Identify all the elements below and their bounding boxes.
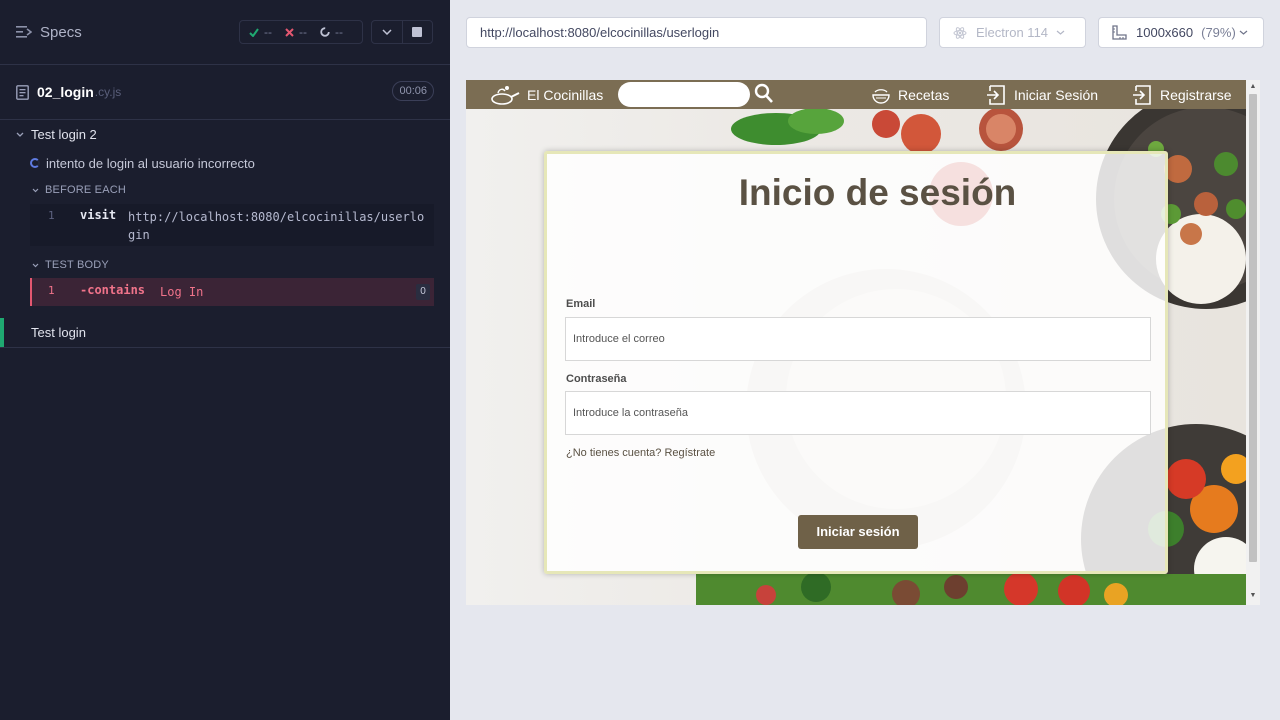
spec-file-ext: .cy.js bbox=[94, 85, 122, 99]
run-controls bbox=[371, 20, 433, 44]
register-icon bbox=[1133, 84, 1151, 105]
login-icon bbox=[987, 84, 1005, 105]
email-label: Email bbox=[566, 298, 596, 310]
chevron-down-icon bbox=[1056, 30, 1065, 35]
spec-file-name: 02_login bbox=[37, 84, 94, 100]
spec-file-row[interactable]: 02_login .cy.js 00:06 bbox=[16, 78, 434, 106]
nav-link-label: Iniciar Sesión bbox=[1014, 86, 1099, 103]
command-argument: http://localhost:8080/elcocinillas/userl… bbox=[128, 210, 425, 242]
document-icon bbox=[16, 84, 29, 100]
chevron-down-icon bbox=[382, 29, 392, 35]
command-contains-failed[interactable]: 1 -contains Log In 0 bbox=[30, 278, 434, 306]
passed-count: -- bbox=[264, 25, 272, 39]
top-navbar: El Cocinillas Recetas Iniciar Sesión Reg… bbox=[466, 80, 1246, 109]
search-button[interactable] bbox=[754, 83, 774, 110]
password-field[interactable]: Introduce la contraseña bbox=[565, 391, 1151, 435]
login-title: Inicio de sesión bbox=[738, 172, 1017, 213]
chef-pan-icon bbox=[491, 85, 520, 105]
chevron-down-icon bbox=[16, 132, 24, 137]
suite-title: Test login 2 bbox=[31, 126, 97, 142]
browser-name: Electron 114 bbox=[976, 25, 1049, 40]
failed-count: -- bbox=[299, 25, 307, 39]
command-name: -contains bbox=[80, 283, 146, 297]
failed-stat: -- bbox=[285, 25, 307, 39]
scroll-up-arrow[interactable]: ▲ bbox=[1249, 83, 1257, 91]
test-body-hook[interactable]: TEST BODY bbox=[32, 258, 109, 272]
bowl-icon bbox=[872, 88, 890, 104]
electron-icon bbox=[953, 26, 967, 39]
chevron-down-icon bbox=[1239, 30, 1248, 35]
chevron-down-icon bbox=[32, 188, 39, 192]
stop-button[interactable] bbox=[401, 21, 432, 43]
login-submit-button[interactable]: Iniciar sesión bbox=[798, 515, 918, 549]
nav-link-label: Registrarse bbox=[1160, 86, 1232, 103]
test-title: intento de login al usuario incorrecto bbox=[46, 155, 255, 171]
search-input[interactable] bbox=[618, 82, 750, 107]
passed-stat: -- bbox=[249, 25, 272, 39]
pending-stat: -- bbox=[320, 25, 343, 39]
brand-logo[interactable]: El Cocinillas bbox=[490, 80, 603, 109]
login-card: Inicio de sesión Email Introduce el corr… bbox=[544, 151, 1168, 574]
test-item-running[interactable]: intento de login al usuario incorrecto bbox=[30, 154, 255, 172]
test-stats: -- -- -- bbox=[239, 20, 363, 44]
viewport-zoom: (79%) bbox=[1201, 25, 1236, 40]
browser-selector[interactable]: Electron 114 bbox=[939, 17, 1086, 48]
command-number: 1 bbox=[48, 209, 55, 222]
scroll-down-arrow[interactable]: ▼ bbox=[1249, 592, 1257, 600]
nav-link-register[interactable]: Registrarse bbox=[1132, 80, 1232, 109]
viewport-info[interactable]: 1000x660 (79%) bbox=[1098, 17, 1264, 48]
cross-icon bbox=[285, 27, 294, 37]
nav-link-label: Recetas bbox=[898, 86, 950, 103]
url-bar[interactable]: http://localhost:8080/elcocinillas/userl… bbox=[466, 17, 927, 48]
command-name: visit bbox=[80, 208, 117, 222]
pending-count: -- bbox=[335, 25, 343, 39]
brand-name: El Cocinillas bbox=[527, 86, 604, 103]
email-field[interactable]: Introduce el correo bbox=[565, 317, 1151, 361]
command-number: 1 bbox=[48, 284, 55, 297]
check-icon bbox=[249, 27, 259, 37]
suite-title: Test login bbox=[31, 325, 86, 340]
suite-test-login[interactable]: Test login bbox=[0, 318, 450, 348]
password-label: Contraseña bbox=[566, 373, 627, 385]
app-viewport: El Cocinillas Recetas Iniciar Sesión Reg… bbox=[466, 80, 1260, 605]
auto-scroll-button[interactable] bbox=[372, 21, 402, 43]
register-link[interactable]: ¿No tienes cuenta? Regístrate bbox=[566, 447, 715, 459]
pending-spinner-icon bbox=[320, 27, 330, 37]
reporter-panel: Specs -- -- -- 02_login .cy.js 00:06 Tes… bbox=[0, 0, 450, 720]
search-icon bbox=[754, 83, 773, 103]
pass-indicator bbox=[0, 318, 4, 347]
spec-duration-badge: 00:06 bbox=[392, 81, 434, 101]
command-visit[interactable]: 1 visit http://localhost:8080/elcocinill… bbox=[30, 204, 434, 246]
nav-link-recipes[interactable]: Recetas bbox=[872, 80, 949, 109]
command-argument: Log In bbox=[160, 285, 204, 299]
chevron-down-icon bbox=[32, 263, 39, 267]
before-each-hook[interactable]: BEFORE EACH bbox=[32, 183, 126, 197]
nav-link-login[interactable]: Iniciar Sesión bbox=[986, 80, 1098, 109]
specs-menu-icon[interactable] bbox=[16, 25, 32, 39]
test-body-label: TEST BODY bbox=[45, 259, 109, 271]
before-each-label: BEFORE EACH bbox=[45, 184, 127, 196]
ruler-icon bbox=[1112, 25, 1127, 40]
scrollbar-thumb[interactable] bbox=[1249, 94, 1257, 562]
viewport-size: 1000x660 bbox=[1136, 25, 1194, 40]
stop-icon bbox=[412, 27, 423, 37]
specs-title[interactable]: Specs bbox=[40, 24, 82, 41]
running-spinner-icon bbox=[30, 158, 40, 168]
element-count-badge: 0 bbox=[416, 284, 430, 300]
suite-test-login-2[interactable]: Test login 2 bbox=[0, 120, 450, 148]
